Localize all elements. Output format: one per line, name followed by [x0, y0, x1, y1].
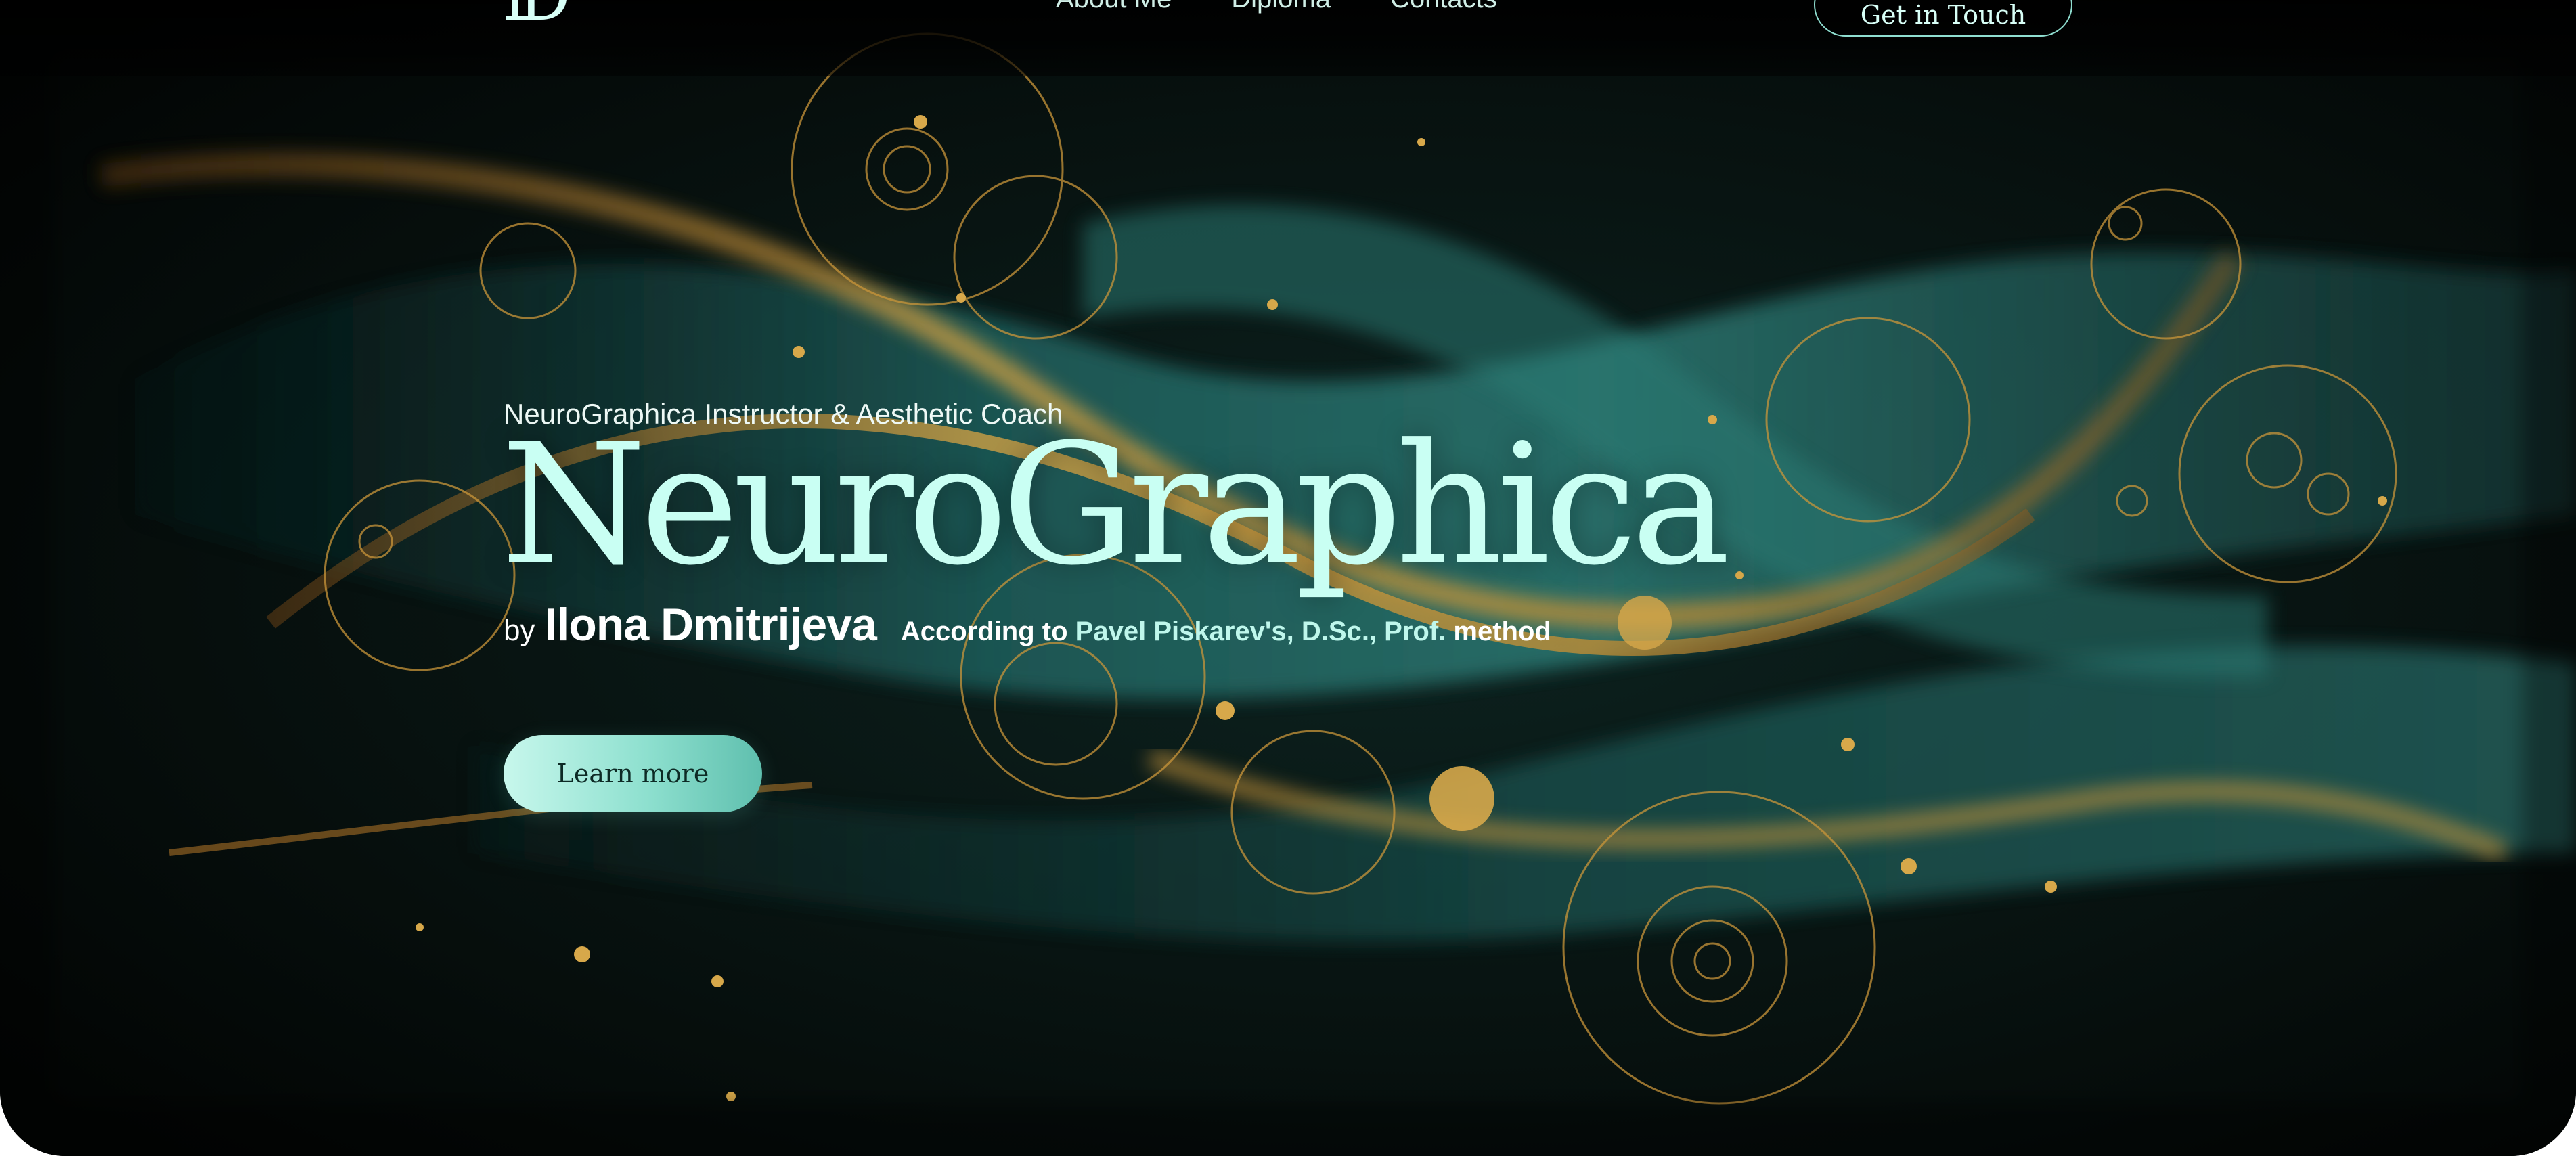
- method-credit: According to Pavel Piskarev's, D.Sc., Pr…: [901, 617, 1551, 647]
- hero-byline: by Ilona Dmitrijeva According to Pavel P…: [504, 598, 1551, 651]
- nav-links: About Me Diploma Contacts: [1056, 0, 1497, 14]
- by-label: by: [504, 614, 535, 647]
- hero-title: NeuroGraphica: [501, 409, 1731, 602]
- nav-link-diploma[interactable]: Diploma: [1231, 0, 1331, 14]
- learn-more-button[interactable]: Learn more: [504, 735, 762, 812]
- top-navbar: ID About Me Diploma Contacts Get in Touc…: [0, 0, 2576, 76]
- author-name: Ilona Dmitrijeva: [544, 599, 876, 650]
- nav-link-about-me[interactable]: About Me: [1056, 0, 1172, 14]
- id-monogram-icon[interactable]: ID: [502, 0, 571, 30]
- method-author: Pavel Piskarev's, D.Sc., Prof.: [1075, 617, 1446, 646]
- get-in-touch-button[interactable]: Get in Touch: [1814, 0, 2072, 37]
- hero-frame: ID About Me Diploma Contacts Get in Touc…: [0, 0, 2576, 1156]
- nav-link-contacts[interactable]: Contacts: [1390, 0, 1497, 14]
- method-prefix: According to: [900, 617, 1068, 646]
- method-suffix: method: [1453, 617, 1551, 646]
